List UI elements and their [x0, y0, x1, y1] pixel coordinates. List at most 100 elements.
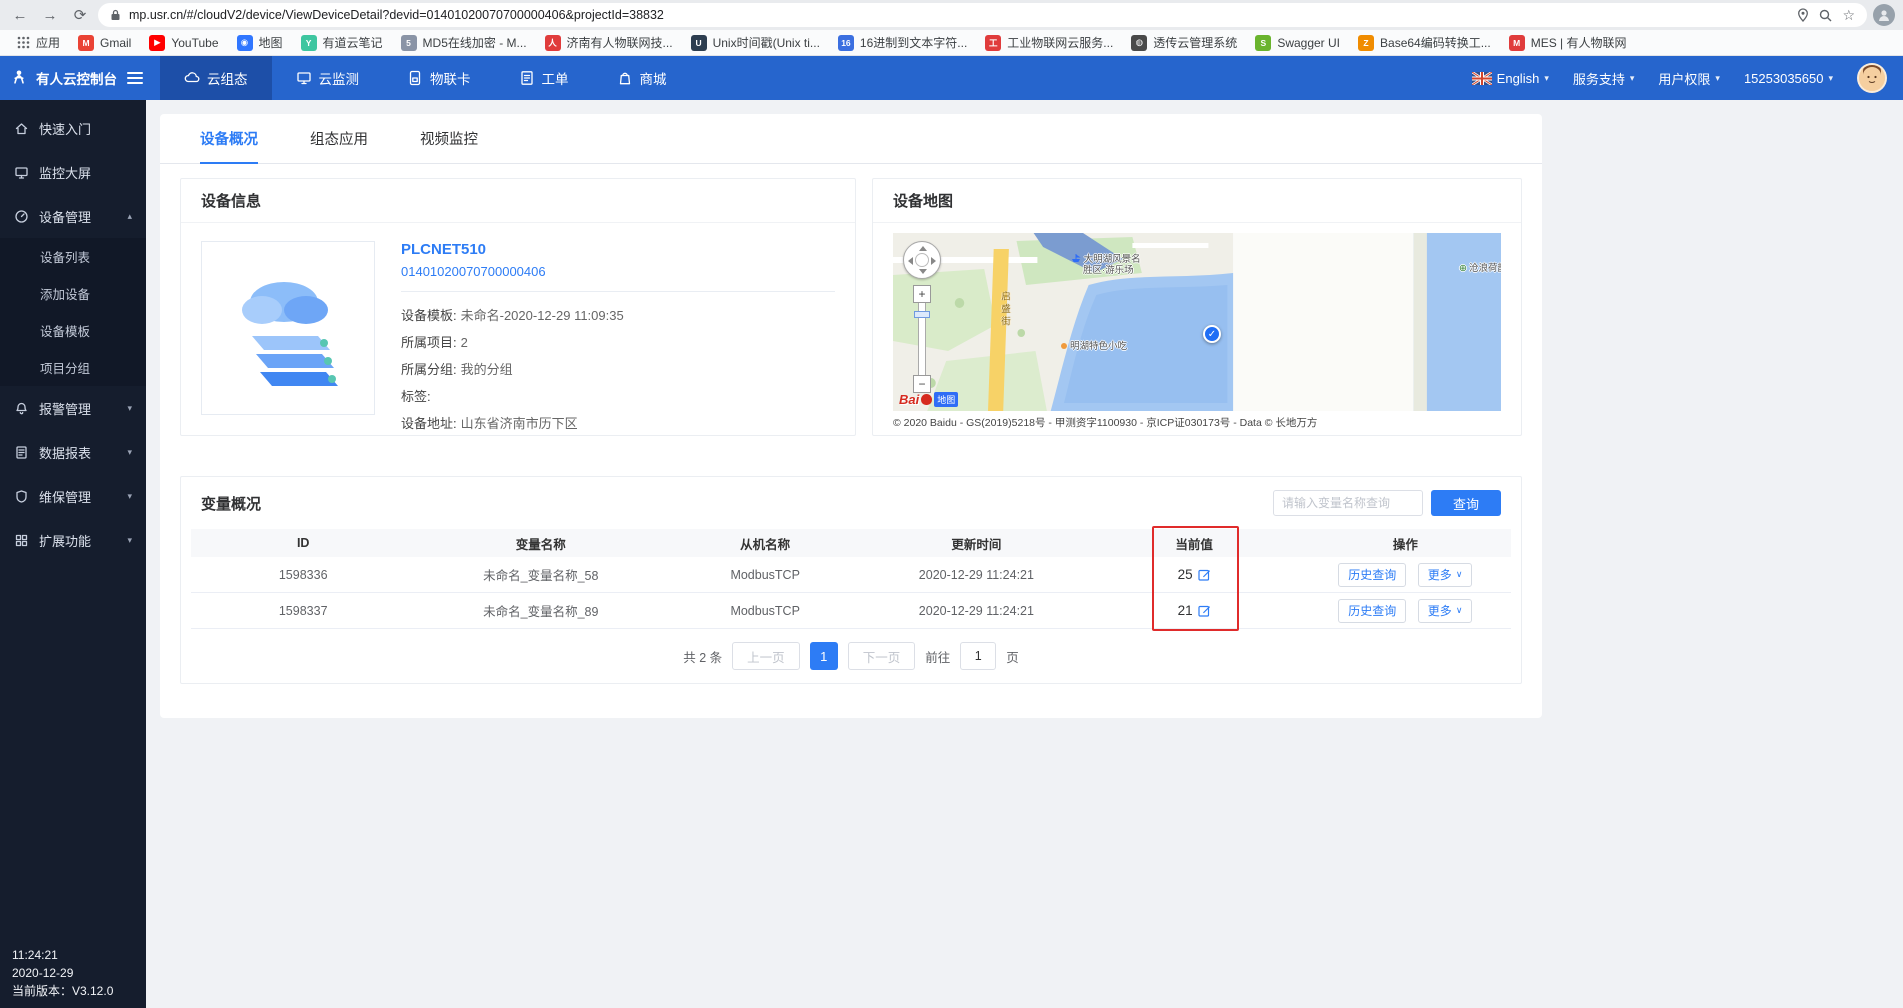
pan-center-icon[interactable]: [915, 253, 929, 267]
pan-up-icon[interactable]: [919, 246, 927, 251]
bookmark[interactable]: M Gmail: [71, 33, 138, 53]
menu-toggle-icon[interactable]: [127, 72, 143, 84]
sidebar-item-device-management[interactable]: 设备管理 ▴: [0, 194, 146, 238]
tab-label: 视频监控: [420, 131, 478, 148]
current-page-button[interactable]: 1: [809, 642, 838, 670]
refresh-icon[interactable]: ⟳: [68, 3, 92, 27]
gauge-icon: [14, 209, 29, 224]
sidebar-item-device-list[interactable]: 设备列表: [0, 238, 146, 275]
sidebar-item-add-device[interactable]: 添加设备: [0, 275, 146, 312]
column-header-name: 变量名称: [515, 537, 566, 552]
table-header: ID 变量名称 从机名称 更新时间 当前值 操作: [191, 529, 1511, 557]
search-button[interactable]: 查询: [1430, 490, 1501, 516]
history-query-button[interactable]: 历史查询: [1338, 598, 1407, 623]
device-id-link[interactable]: 01401020070700000406: [401, 264, 835, 292]
bookmark[interactable]: M MES | 有人物联网: [1502, 32, 1634, 53]
sidebar-item-maintenance[interactable]: 维保管理 ▾: [0, 474, 146, 518]
map-street-label: 启盛街: [997, 291, 1011, 329]
sidebar-item-label: 快速入门: [39, 121, 92, 137]
column-header-slave: 从机名称: [740, 537, 791, 552]
forward-icon[interactable]: →: [38, 3, 62, 27]
map-label-text: 明湖特色小吃: [1070, 341, 1128, 352]
bookmark-star-icon[interactable]: ☆: [1842, 7, 1855, 24]
bookmark[interactable]: 工工业物联网云服务...: [978, 32, 1120, 53]
site-security-icon[interactable]: [110, 9, 121, 21]
baidu-map[interactable]: 大明湖风景名 胜区·游乐场 明湖特色小吃 启盛街 ⊕沧浪荷韵: [893, 233, 1501, 411]
next-page-button[interactable]: 下一页: [847, 642, 916, 670]
topnav-tab-cloud-scada[interactable]: 云组态: [160, 56, 272, 100]
sidebar-item-device-template[interactable]: 设备模板: [0, 312, 146, 349]
tab-video-monitor[interactable]: 视频监控: [420, 114, 478, 164]
goto-page-input[interactable]: [960, 642, 997, 670]
variables-panel: 变量概况 查询 ID 变量名称 从机名称 更新时间 当前值: [180, 476, 1522, 684]
bell-icon: [14, 401, 29, 416]
more-label: 更多: [1427, 568, 1452, 582]
bookmark[interactable]: 16 16进制到文本字符...: [831, 32, 974, 53]
bookmark[interactable]: S Swagger UI: [1248, 33, 1347, 53]
location-pin-icon[interactable]: [1797, 8, 1809, 22]
edit-value-icon[interactable]: [1198, 568, 1211, 581]
service-support-menu[interactable]: 服务支持 ▾: [1573, 69, 1635, 88]
bookmark[interactable]: ◍ 透传云管理系统: [1124, 32, 1244, 53]
chevron-down-icon: ▾: [127, 402, 132, 413]
sidebar-item-quick-start[interactable]: 快速入门: [0, 106, 146, 150]
zoom-search-icon[interactable]: [1819, 9, 1832, 22]
edit-value-icon[interactable]: [1198, 604, 1211, 617]
tab-scada-app[interactable]: 组态应用: [310, 114, 368, 164]
sidebar-item-data-report[interactable]: 数据报表 ▾: [0, 430, 146, 474]
sidebar-item-monitor-screen[interactable]: 监控大屏: [0, 150, 146, 194]
zoom-out-button[interactable]: −: [913, 375, 931, 393]
pan-down-icon[interactable]: [919, 269, 927, 274]
map-pan-control[interactable]: [903, 241, 941, 279]
browser-toolbar: ← → ⟳ mp.usr.cn/#/cloudV2/device/ViewDev…: [0, 0, 1903, 30]
brand[interactable]: 有人云控制台: [0, 56, 160, 100]
url-text[interactable]: mp.usr.cn/#/cloudV2/device/ViewDeviceDet…: [129, 8, 1789, 22]
apps-grid-icon: [17, 36, 30, 49]
bookmark[interactable]: Z Base64编码转换工...: [1351, 32, 1498, 53]
device-name-link[interactable]: PLCNET510: [401, 241, 835, 258]
baidu-wordmark: Bai: [899, 392, 920, 407]
bookmark-label: Unix时间戳(Unix ti...: [712, 36, 820, 50]
zoom-in-button[interactable]: +: [913, 285, 931, 303]
bookmark[interactable]: U Unix时间戳(Unix ti...: [684, 32, 827, 53]
back-icon[interactable]: ←: [8, 3, 32, 27]
bookmark[interactable]: 5 MD5在线加密 - M...: [394, 32, 534, 53]
pan-left-icon[interactable]: [908, 257, 913, 265]
topnav-tab-cloud-monitor[interactable]: 云监测: [272, 56, 384, 100]
bookmark-favicon: S: [1255, 34, 1272, 51]
more-button[interactable]: 更多 ∨: [1417, 562, 1473, 587]
user-permission-menu[interactable]: 用户权限 ▾: [1658, 69, 1720, 88]
sidebar-item-project-group[interactable]: 项目分组: [0, 349, 146, 386]
tab-device-overview[interactable]: 设备概况: [200, 114, 258, 164]
more-button[interactable]: 更多 ∨: [1417, 598, 1473, 623]
browser-profile-avatar[interactable]: [1873, 4, 1895, 26]
bookmark[interactable]: ◉ 地图: [230, 32, 290, 53]
bookmark-apps[interactable]: 应用: [10, 32, 67, 53]
account-menu[interactable]: 15253035650 ▾: [1744, 71, 1833, 86]
shield-icon: [14, 489, 29, 504]
address-bar[interactable]: mp.usr.cn/#/cloudV2/device/ViewDeviceDet…: [98, 3, 1867, 27]
zoom-slider[interactable]: [914, 303, 930, 375]
shop-bag-icon: [617, 70, 633, 86]
variable-search-input[interactable]: [1272, 490, 1423, 516]
history-query-button[interactable]: 历史查询: [1338, 562, 1407, 587]
device-location-marker[interactable]: ✓: [1203, 325, 1221, 343]
prev-page-button[interactable]: 上一页: [732, 642, 800, 670]
home-icon: [14, 121, 29, 136]
bookmark-label: 工业物联网云服务...: [1007, 36, 1114, 50]
chevron-down-icon: ∨: [1455, 569, 1463, 579]
bookmark[interactable]: ▶ YouTube: [142, 33, 225, 53]
bookmark[interactable]: Y 有道云笔记: [294, 32, 390, 53]
bookmark[interactable]: 人济南有人物联网技...: [538, 32, 680, 53]
topnav-tab-work-order[interactable]: 工单: [495, 56, 593, 100]
zoom-slider-handle[interactable]: [914, 311, 930, 318]
sidebar-item-extensions[interactable]: 扩展功能 ▾: [0, 518, 146, 562]
language-selector[interactable]: English ▾: [1471, 71, 1549, 86]
topnav-tab-mall[interactable]: 商城: [593, 56, 691, 100]
pan-right-icon[interactable]: [931, 257, 936, 265]
map-copyright: © 2020 Baidu - GS(2019)5218号 - 甲测资字11009…: [893, 417, 1318, 429]
sidebar-item-alarm-management[interactable]: 报警管理 ▾: [0, 386, 146, 430]
user-avatar[interactable]: [1857, 63, 1887, 93]
map-label-scenic: ⊕沧浪荷韵: [1459, 263, 1501, 274]
topnav-tab-iot-card[interactable]: 物联卡: [383, 56, 495, 100]
